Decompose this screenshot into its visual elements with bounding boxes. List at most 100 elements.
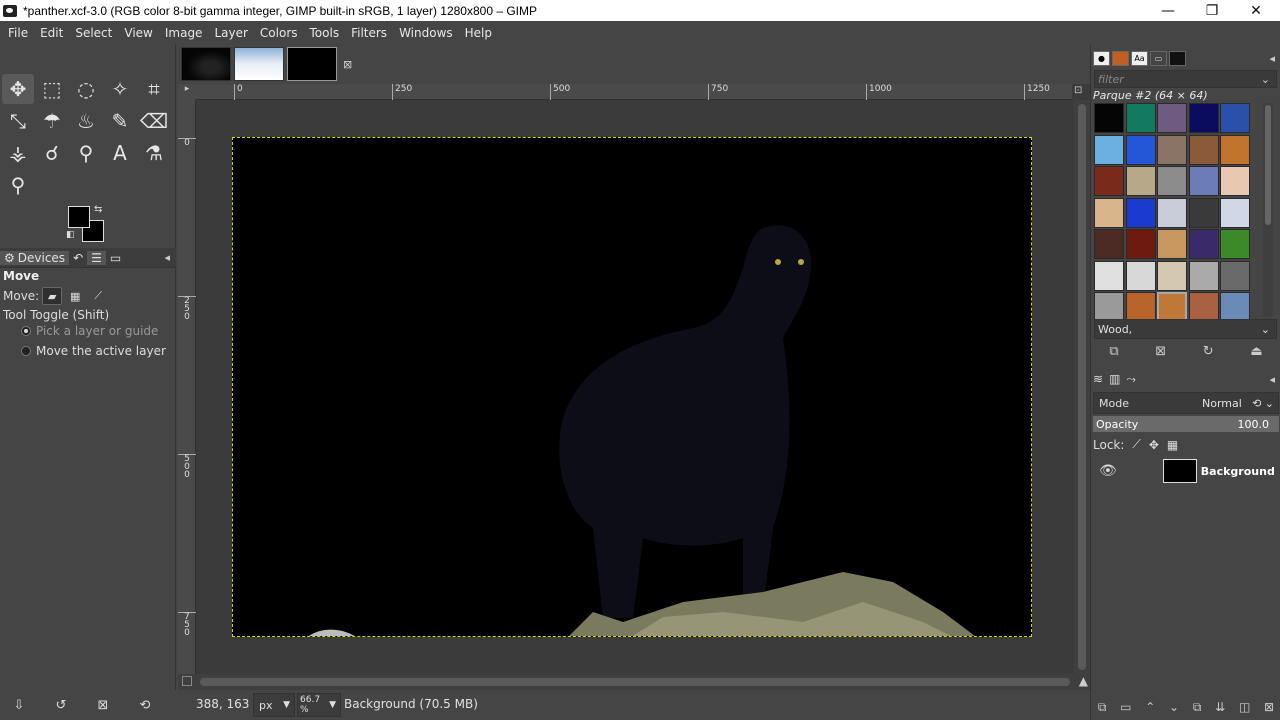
clone-icon[interactable]: ⚶	[2, 138, 34, 168]
mask-layer-icon[interactable]: ◫	[1239, 700, 1250, 714]
zoom-lock-icon[interactable]: ⊡	[1074, 85, 1088, 99]
pattern-swatch[interactable]	[1157, 260, 1187, 291]
zoom-icon[interactable]: ⚲	[2, 170, 34, 200]
merge-layer-icon[interactable]: ⇊	[1215, 700, 1225, 714]
dock-config-icon[interactable]: ◂	[164, 251, 170, 264]
pattern-filter-input[interactable]: filter ⌄	[1094, 70, 1277, 88]
rect-select-icon[interactable]: ⬚	[36, 74, 68, 104]
reset-tool-icon[interactable]: ⟲	[134, 698, 156, 713]
delete-layer-icon[interactable]: ⊠	[1264, 700, 1274, 714]
menu-tools[interactable]: Tools	[304, 26, 346, 40]
pattern-swatch[interactable]	[1188, 292, 1219, 322]
transform-icon[interactable]: ⤡	[2, 106, 34, 136]
pattern-swatch[interactable]	[1188, 229, 1219, 259]
restore-tool-icon[interactable]: ↺	[50, 698, 72, 713]
swap-colors-icon[interactable]: ⇆	[94, 204, 102, 215]
open-pattern-icon[interactable]: ⏏	[1250, 344, 1262, 359]
duplicate-pattern-icon[interactable]: ⧉	[1109, 344, 1118, 359]
tab-undo-history[interactable]: ↶	[69, 251, 87, 265]
move-layer-mode-icon[interactable]: ▰	[42, 287, 63, 305]
pattern-swatch[interactable]	[1125, 292, 1156, 322]
pattern-swatch[interactable]	[1220, 292, 1250, 322]
pattern-swatch[interactable]	[1157, 292, 1187, 322]
pattern-swatch[interactable]	[1188, 134, 1219, 165]
pattern-swatch[interactable]	[1094, 134, 1124, 165]
restore-button[interactable]: ❐	[1190, 0, 1234, 21]
close-tab-icon[interactable]: ⊠	[343, 58, 352, 71]
color-picker-icon[interactable]: ⚗	[138, 138, 170, 168]
pattern-swatch[interactable]	[1094, 229, 1124, 259]
bucket-fill-icon[interactable]: ♨	[70, 106, 102, 136]
reset-colors-icon[interactable]: ◧	[66, 230, 75, 240]
horizontal-scrollbar[interactable]: ▲	[178, 674, 1090, 690]
tab-channels[interactable]: ▥	[1109, 372, 1120, 386]
eraser-icon[interactable]: ⌫	[138, 106, 170, 136]
tab-tool-options[interactable]: ☰	[87, 250, 106, 265]
menu-filters[interactable]: Filters	[345, 26, 393, 40]
radio-move-active[interactable]: Move the active layer	[3, 344, 166, 358]
menu-colors[interactable]: Colors	[254, 26, 304, 40]
mode-switch-icon[interactable]: ⟲ ⌄	[1252, 397, 1274, 410]
move-tool-icon[interactable]: ✥	[2, 74, 34, 104]
pattern-swatch[interactable]	[1094, 292, 1124, 322]
pattern-swatch[interactable]	[1094, 197, 1124, 228]
lock-position-icon[interactable]: ✥	[1149, 438, 1159, 452]
menu-file[interactable]: File	[2, 26, 34, 40]
close-window-button[interactable]: ✕	[1234, 0, 1278, 21]
zoom-select[interactable]: 66.7 % ▼	[297, 693, 341, 717]
fuzzy-select-icon[interactable]: ✧	[104, 74, 136, 104]
pattern-swatch[interactable]	[1220, 103, 1250, 133]
image-tab-1[interactable]	[181, 47, 231, 81]
pattern-swatch[interactable]	[1094, 166, 1124, 196]
vertical-scroll-thumb[interactable]	[1078, 104, 1086, 670]
smudge-icon[interactable]: ☌	[36, 138, 68, 168]
text-icon[interactable]: A	[104, 138, 136, 168]
paintbrush-icon[interactable]: ✎	[104, 106, 136, 136]
pattern-swatch[interactable]	[1125, 229, 1156, 259]
pattern-swatch[interactable]	[1188, 197, 1219, 228]
menu-help[interactable]: Help	[459, 26, 498, 40]
pattern-swatch[interactable]	[1220, 134, 1250, 165]
dock-config-icon[interactable]: ◂	[1269, 373, 1275, 386]
pattern-swatch[interactable]	[1125, 260, 1156, 291]
duplicate-layer-icon[interactable]: ⧉	[1193, 700, 1202, 715]
foreground-color-swatch[interactable]	[68, 206, 90, 228]
pattern-swatch[interactable]	[1188, 260, 1219, 291]
opacity-slider[interactable]: Opacity 100.0	[1093, 416, 1279, 432]
radio-pick-layer-button[interactable]	[21, 326, 31, 336]
tab-images[interactable]: ▭	[106, 251, 125, 265]
menu-edit[interactable]: Edit	[34, 26, 69, 40]
menu-image[interactable]: Image	[159, 26, 209, 40]
pattern-tag-select[interactable]: Wood, ⌄	[1094, 319, 1277, 339]
raise-layer-icon[interactable]: ⌃	[1145, 700, 1155, 714]
tab-fonts[interactable]: Aa	[1131, 50, 1148, 66]
delete-pattern-icon[interactable]: ⊠	[1155, 344, 1166, 359]
quick-mask-toggle-icon[interactable]	[182, 676, 192, 686]
lower-layer-icon[interactable]: ⌄	[1169, 700, 1179, 714]
pattern-swatch[interactable]	[1157, 166, 1187, 196]
vertical-scrollbar[interactable]	[1074, 100, 1090, 674]
tab-paths[interactable]: ⤳	[1126, 372, 1136, 387]
pattern-swatch[interactable]	[1094, 103, 1124, 133]
menu-windows[interactable]: Windows	[393, 26, 459, 40]
path-icon[interactable]: ⚲	[70, 138, 102, 168]
horizontal-ruler[interactable]: 0 250 500 750 1000 1250 ⊡	[196, 84, 1082, 100]
pattern-swatch[interactable]	[1157, 229, 1187, 259]
new-group-icon[interactable]: ▭	[1120, 700, 1131, 714]
unit-select[interactable]: px ▼	[253, 693, 295, 717]
horizontal-scroll-thumb[interactable]	[200, 678, 1070, 686]
pattern-swatch[interactable]	[1157, 134, 1187, 165]
pattern-swatch[interactable]	[1188, 103, 1219, 133]
pattern-swatch[interactable]	[1157, 103, 1187, 133]
dock-config-icon[interactable]: ◂	[1269, 52, 1275, 65]
pattern-swatch[interactable]	[1125, 166, 1156, 196]
visibility-eye-icon[interactable]: 👁	[1099, 463, 1117, 479]
tab-palettes[interactable]	[1169, 50, 1186, 66]
pattern-swatch[interactable]	[1220, 166, 1250, 196]
layer-mode-select[interactable]: Mode Normal ⟲ ⌄	[1093, 392, 1279, 414]
save-device-icon[interactable]: ⇩	[8, 698, 30, 713]
menu-select[interactable]: Select	[69, 26, 118, 40]
tab-patterns[interactable]	[1112, 50, 1129, 66]
pattern-swatch[interactable]	[1157, 197, 1187, 228]
pattern-swatch[interactable]	[1220, 229, 1250, 259]
